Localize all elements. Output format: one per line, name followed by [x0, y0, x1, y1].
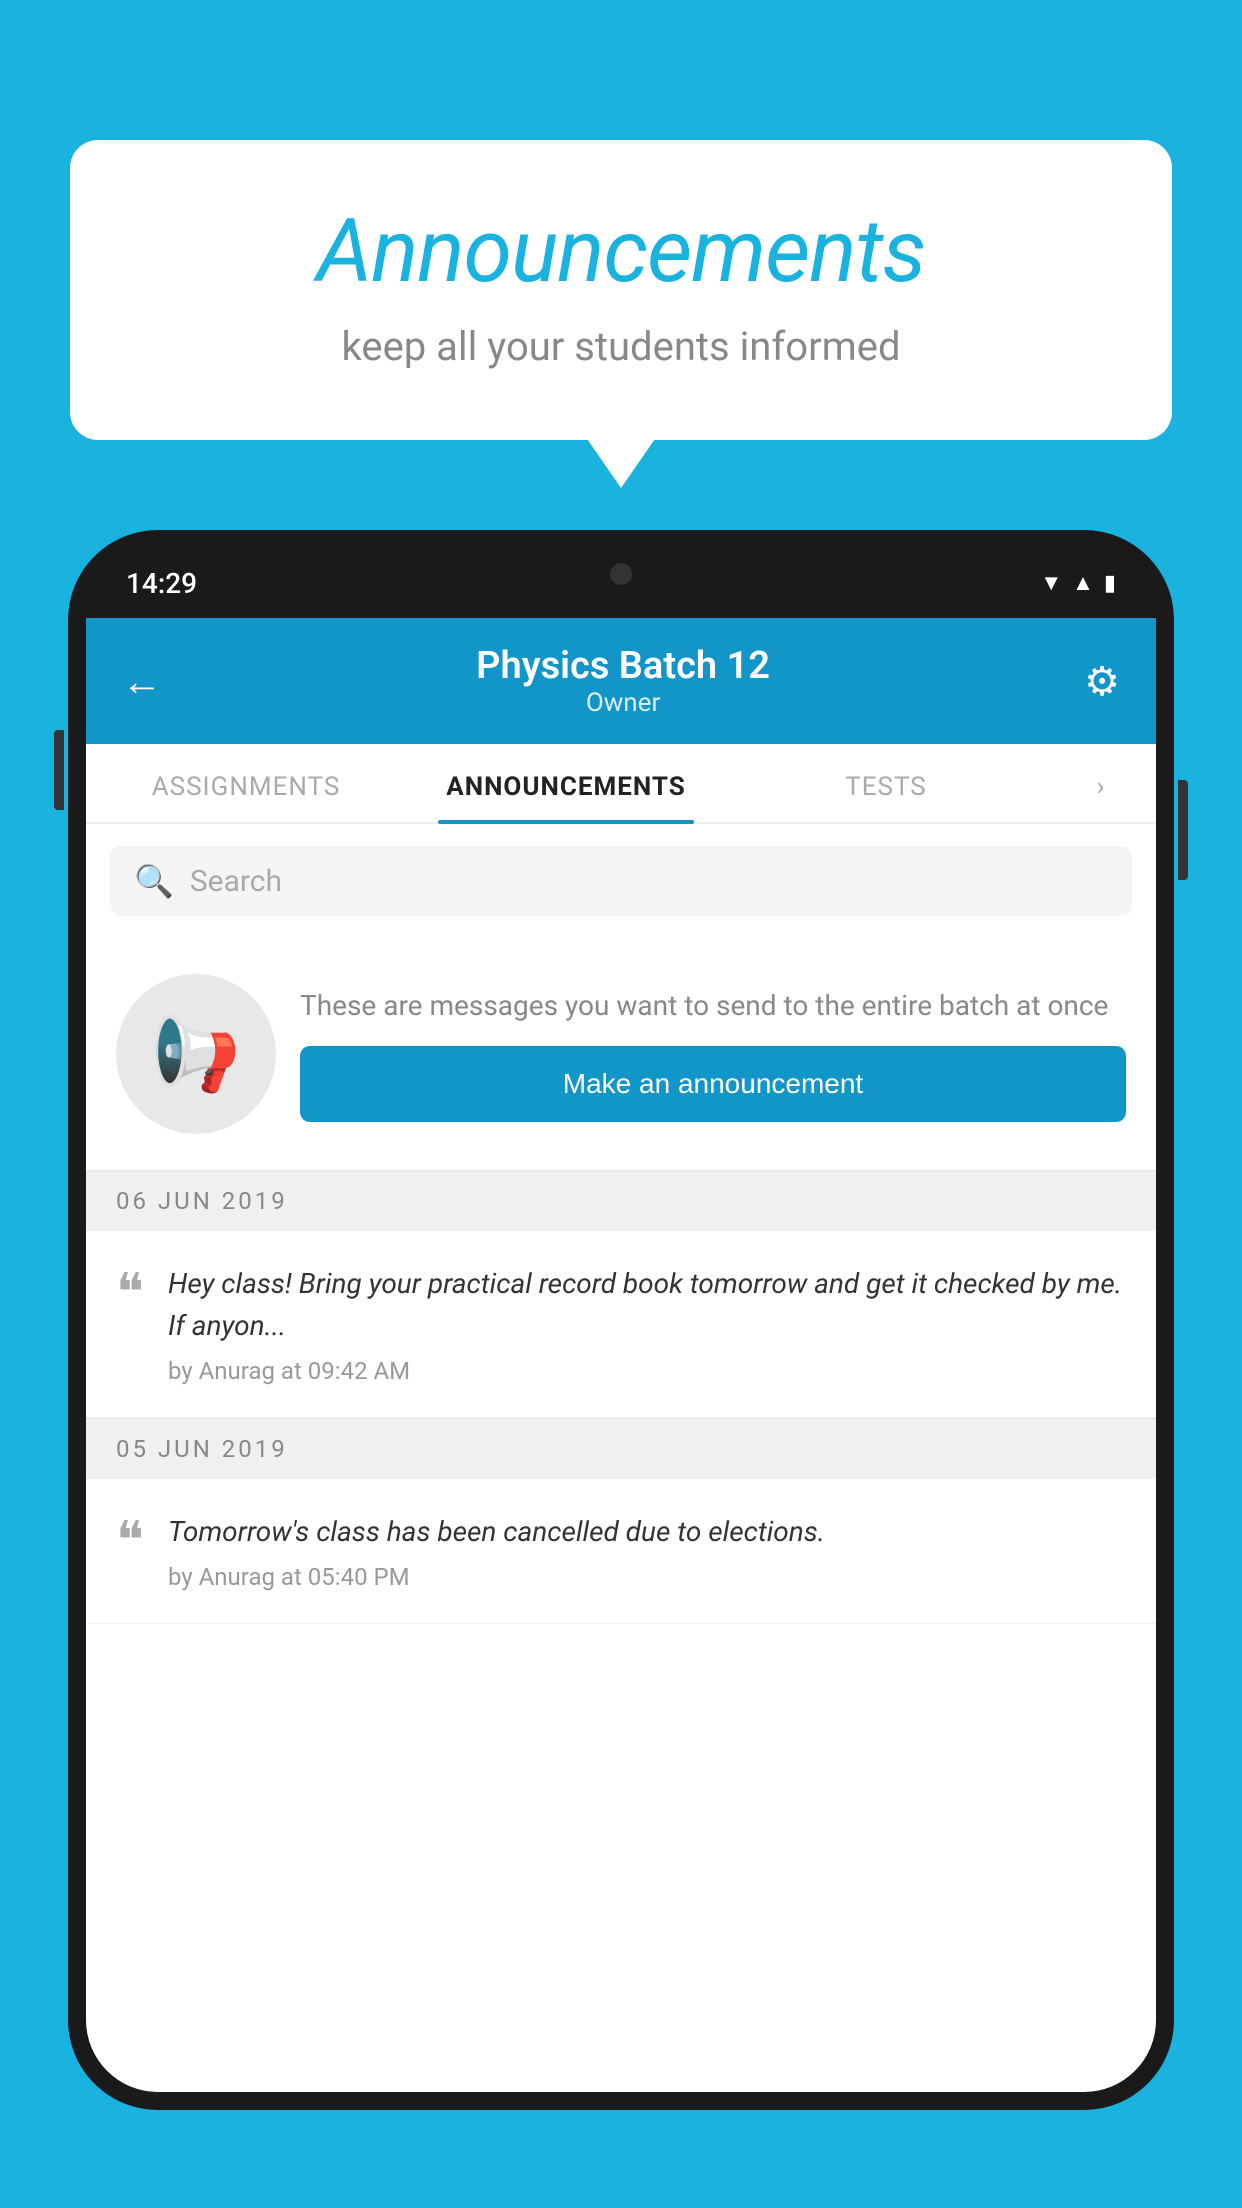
announcement-item-2[interactable]: ❝ Tomorrow's class has been cancelled du… — [86, 1479, 1156, 1624]
tab-assignments[interactable]: ASSIGNMENTS — [86, 744, 406, 822]
announcement-item-1[interactable]: ❝ Hey class! Bring your practical record… — [86, 1231, 1156, 1418]
announcement-text-1: Hey class! Bring your practical record b… — [168, 1263, 1126, 1347]
date-separator-2: 05 JUN 2019 — [86, 1418, 1156, 1479]
back-button[interactable]: ← — [122, 658, 162, 705]
header-subtitle: Owner — [162, 688, 1084, 718]
bubble-title: Announcements — [150, 200, 1092, 303]
phone-screen: ← Physics Batch 12 Owner ⚙ ASSIGNMENTS A… — [86, 618, 1156, 2092]
header-title: Physics Batch 12 — [162, 644, 1084, 688]
app-header: ← Physics Batch 12 Owner ⚙ — [86, 618, 1156, 744]
date-separator-1: 06 JUN 2019 — [86, 1170, 1156, 1231]
search-placeholder: Search — [190, 864, 282, 899]
search-container: 🔍 Search — [86, 824, 1156, 938]
phone-mockup: 14:29 ▼ ▲ ▮ ← Physics Batch 12 Owner ⚙ — [68, 530, 1174, 2208]
tabs-row: ASSIGNMENTS ANNOUNCEMENTS TESTS › — [86, 744, 1156, 824]
side-button-right — [1178, 780, 1188, 880]
status-time: 14:29 — [126, 567, 197, 600]
quote-icon-1: ❝ — [116, 1267, 144, 1319]
header-center: Physics Batch 12 Owner — [162, 644, 1084, 718]
promo-description: These are messages you want to send to t… — [300, 986, 1126, 1025]
promo-icon-circle: 📢 — [116, 974, 276, 1134]
quote-icon-2: ❝ — [116, 1515, 144, 1567]
camera-dot — [610, 563, 632, 585]
speech-bubble-wrapper: Announcements keep all your students inf… — [70, 140, 1172, 440]
make-announcement-button[interactable]: Make an announcement — [300, 1046, 1126, 1122]
search-icon: 🔍 — [134, 862, 174, 900]
announcement-meta-2: by Anurag at 05:40 PM — [168, 1563, 1126, 1591]
tab-tests[interactable]: TESTS — [726, 744, 1046, 822]
bubble-subtitle: keep all your students informed — [150, 323, 1092, 370]
search-bar[interactable]: 🔍 Search — [110, 846, 1132, 916]
announcement-text-2: Tomorrow's class has been cancelled due … — [168, 1511, 1126, 1553]
announcement-meta-1: by Anurag at 09:42 AM — [168, 1357, 1126, 1385]
promo-right: These are messages you want to send to t… — [300, 986, 1126, 1121]
settings-icon[interactable]: ⚙ — [1084, 658, 1120, 705]
promo-section: 📢 These are messages you want to send to… — [86, 938, 1156, 1170]
speech-bubble: Announcements keep all your students inf… — [70, 140, 1172, 440]
status-icons: ▼ ▲ ▮ — [1040, 570, 1116, 596]
signal-icon: ▲ — [1072, 570, 1094, 596]
tab-more[interactable]: › — [1046, 744, 1156, 822]
announcement-content-1: Hey class! Bring your practical record b… — [168, 1263, 1126, 1385]
megaphone-icon: 📢 — [151, 1012, 241, 1097]
tab-announcements[interactable]: ANNOUNCEMENTS — [406, 744, 726, 822]
phone-outer: 14:29 ▼ ▲ ▮ ← Physics Batch 12 Owner ⚙ — [68, 530, 1174, 2110]
side-button-left — [54, 730, 64, 810]
wifi-icon: ▼ — [1040, 570, 1062, 596]
phone-top-bar: 14:29 ▼ ▲ ▮ — [86, 548, 1156, 618]
phone-notch — [521, 548, 721, 600]
battery-icon: ▮ — [1104, 571, 1116, 596]
announcement-content-2: Tomorrow's class has been cancelled due … — [168, 1511, 1126, 1591]
